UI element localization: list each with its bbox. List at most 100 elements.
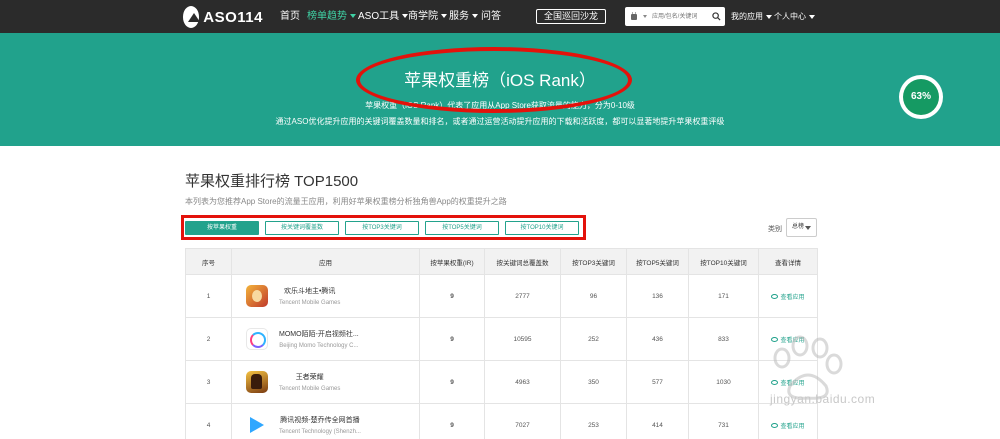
app-developer: Beijing Momo Technology C...: [279, 343, 359, 349]
hero-description-line-2: 通过ASO优化提升应用的关键词覆盖数量和排名，或者通过运营活动提升应用的下载和活…: [275, 117, 725, 126]
eye-icon: [771, 294, 779, 300]
app-cell[interactable]: MOMO陌陌-开启视频社... Beijing Momo Technology …: [231, 317, 420, 361]
top10-cell: 1030: [688, 360, 759, 404]
app-name[interactable]: MOMO陌陌-开启视频社...: [279, 329, 359, 339]
salon-button[interactable]: 全国巡回沙龙: [536, 9, 606, 24]
top3-cell: 96: [560, 274, 627, 318]
table-row: 3 王者荣耀 Tencent Mobile Games 9 4963 350 5…: [185, 360, 818, 404]
nav-item-label: ASO工具: [358, 11, 400, 22]
tab-by-top3-keywords[interactable]: 按TOP3关键词: [345, 221, 419, 235]
details-cell: 查看应用: [758, 274, 818, 318]
tencent-video-icon[interactable]: [246, 414, 268, 436]
app-name[interactable]: 欢乐斗地主•腾讯: [279, 286, 340, 296]
column-header-top10[interactable]: 按TOP10关键词: [688, 248, 759, 275]
app-developer: Tencent Mobile Games: [279, 300, 341, 306]
nav-item-services[interactable]: 服务: [449, 0, 478, 33]
category-select[interactable]: 总榜: [786, 218, 817, 237]
tab-by-keyword-coverage[interactable]: 按关键词覆盖数: [265, 221, 339, 235]
view-app-link[interactable]: 查看应用: [771, 423, 805, 430]
column-header-rank[interactable]: 序号: [185, 248, 232, 275]
top10-cell: 171: [688, 274, 759, 318]
keyword-coverage-cell: 10595: [484, 317, 561, 361]
app-name[interactable]: 王者荣耀: [279, 372, 340, 382]
category-label: 类别: [768, 226, 782, 233]
chevron-down-icon: [441, 14, 447, 19]
search-icon[interactable]: [712, 12, 721, 21]
details-cell: 查看应用: [758, 317, 818, 361]
doudizhu-icon[interactable]: [246, 285, 268, 307]
table-header-row: 序号 应用 按苹果权重(IR) 按关键词总覆盖数 按TOP3关键词 按TOP5关…: [185, 248, 818, 275]
my-apps-menu[interactable]: 我的应用: [731, 0, 772, 33]
keyword-coverage-cell: 4963: [484, 360, 561, 404]
column-header-details: 查看详情: [758, 248, 818, 275]
column-header-top5[interactable]: 按TOP5关键词: [626, 248, 689, 275]
view-app-label: 查看应用: [780, 423, 805, 430]
nav-item-rank-trends[interactable]: 榜单趋势: [307, 0, 356, 33]
chevron-down-icon: [350, 14, 356, 19]
highlight-ellipse: [356, 47, 632, 113]
table-row: 1 欢乐斗地主•腾讯 Tencent Mobile Games 9 2777 9…: [185, 274, 818, 318]
app-developer: Tencent Technology (Shenzh...: [279, 429, 361, 435]
ios-weight-cell: 9: [419, 360, 485, 404]
rank-cell: 3: [185, 360, 232, 404]
column-header-keyword-coverage[interactable]: 按关键词总覆盖数: [484, 248, 561, 275]
top10-cell: 833: [688, 317, 759, 361]
table-row: 4 腾讯视频-楚乔传全网首播 Tencent Technology (Shenz…: [185, 403, 818, 439]
column-header-ios-weight[interactable]: 按苹果权重(IR): [419, 248, 485, 275]
eye-icon: [771, 337, 779, 343]
android-icon[interactable]: [629, 11, 639, 22]
user-center-label: 个人中心: [774, 12, 806, 21]
ios-weight-cell: 9: [419, 403, 485, 439]
nav-item-home[interactable]: 首页: [280, 0, 300, 33]
table-row: 2 MOMO陌陌-开启视频社... Beijing Momo Technolog…: [185, 317, 818, 361]
app-name[interactable]: 腾讯视频-楚乔传全网首播: [279, 415, 361, 425]
top3-cell: 350: [560, 360, 627, 404]
search-input[interactable]: [652, 10, 710, 23]
chevron-down-icon: [809, 14, 815, 19]
app-cell[interactable]: 欢乐斗地主•腾讯 Tencent Mobile Games: [231, 274, 420, 318]
ios-weight-cell: 9: [419, 274, 485, 318]
nav-item-label: 商学院: [408, 11, 438, 22]
nav-item-qa[interactable]: 问答: [481, 0, 501, 33]
ios-weight-cell: 9: [419, 317, 485, 361]
nav-item-label: 服务: [449, 11, 469, 22]
my-apps-label: 我的应用: [731, 12, 763, 21]
chevron-down-icon[interactable]: [643, 15, 647, 18]
view-app-link[interactable]: 查看应用: [771, 380, 805, 387]
gauge-value: 63%: [903, 79, 939, 115]
view-app-link[interactable]: 查看应用: [771, 337, 805, 344]
eye-icon: [771, 423, 779, 429]
tab-by-top10-keywords[interactable]: 按TOP10关键词: [505, 221, 579, 235]
rank-cell: 4: [185, 403, 232, 439]
nav-item-label: 榜单趋势: [307, 11, 347, 22]
app-cell[interactable]: 腾讯视频-楚乔传全网首播 Tencent Technology (Shenzh.…: [231, 403, 420, 439]
keyword-coverage-cell: 2777: [484, 274, 561, 318]
category-value: 总榜: [792, 224, 805, 230]
logo-mark-icon: [183, 6, 201, 28]
watermark-url: jingyan.baidu.com: [770, 392, 876, 406]
top-navbar: ASO114 首页 榜单趋势 ASO工具 商学院 服务 问答 全国巡回沙龙 我的…: [0, 0, 1000, 33]
keyword-coverage-cell: 7027: [484, 403, 561, 439]
top3-cell: 253: [560, 403, 627, 439]
momo-icon[interactable]: [246, 328, 268, 350]
nav-item-label: 首页: [280, 11, 300, 22]
tab-by-ios-weight[interactable]: 按苹果权重: [185, 221, 259, 235]
column-header-top3[interactable]: 按TOP3关键词: [560, 248, 627, 275]
progress-gauge[interactable]: 63%: [899, 75, 943, 119]
wangzherongyao-icon[interactable]: [246, 371, 268, 393]
hero-banner: 苹果权重榜（iOS Rank） 苹果权重（iOS Rank）代表了应用从App …: [0, 33, 1000, 146]
aso114-logo[interactable]: ASO114: [183, 5, 263, 29]
tab-by-top5-keywords[interactable]: 按TOP5关键词: [425, 221, 499, 235]
top5-cell: 414: [626, 403, 689, 439]
section-subtitle: 本列表为您推荐App Store的流量王应用，利用好苹果权重榜分析独角兽App的…: [185, 197, 507, 206]
view-app-link[interactable]: 查看应用: [771, 294, 805, 301]
logo-text: ASO114: [203, 8, 263, 26]
rank-cell: 1: [185, 274, 232, 318]
nav-item-business-school[interactable]: 商学院: [408, 0, 447, 33]
app-cell[interactable]: 王者荣耀 Tencent Mobile Games: [231, 360, 420, 404]
view-app-label: 查看应用: [780, 294, 805, 301]
rank-cell: 2: [185, 317, 232, 361]
user-center-menu[interactable]: 个人中心: [774, 0, 815, 33]
nav-item-aso-tools[interactable]: ASO工具: [358, 0, 409, 33]
app-developer: Tencent Mobile Games: [279, 386, 341, 392]
